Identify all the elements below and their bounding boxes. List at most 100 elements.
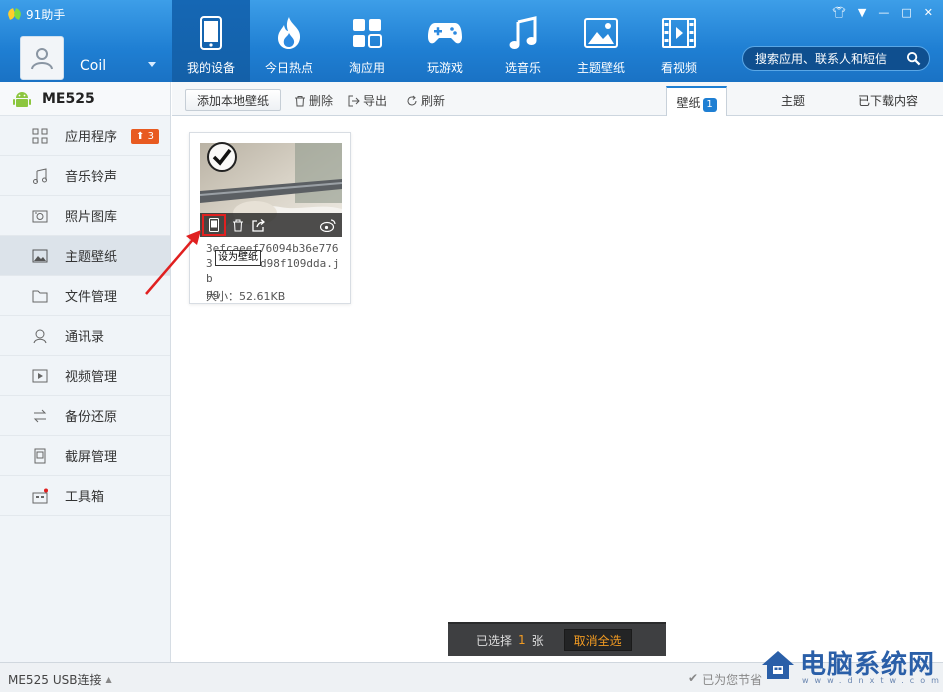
- cancel-select-all-button[interactable]: 取消全选: [563, 629, 632, 651]
- nav-games[interactable]: 玩游戏: [406, 0, 484, 82]
- nav-my-device[interactable]: 我的设备: [172, 0, 250, 82]
- selection-prefix: 已选择: [476, 633, 513, 648]
- selection-count: 1: [518, 633, 526, 647]
- refresh-button[interactable]: 刷新: [406, 92, 445, 109]
- photo-icon: [32, 208, 48, 224]
- selected-check-icon[interactable]: [207, 142, 237, 172]
- sidebar-item-label: 主题壁纸: [65, 250, 118, 265]
- tab-strip: 壁纸 1 主题 已下载内容: [666, 86, 943, 117]
- sidebar-item-video[interactable]: 视频管理: [0, 356, 170, 396]
- savings-text: 已为您节省: [702, 673, 763, 687]
- sidebar-item-label: 应用程序: [65, 130, 118, 145]
- flame-icon: [271, 15, 307, 51]
- nav-hot[interactable]: 今日热点: [250, 0, 328, 82]
- sidebar-item-label: 音乐铃声: [65, 170, 118, 185]
- avatar[interactable]: [20, 36, 64, 80]
- apps-icon: [32, 128, 48, 144]
- tab-wallpaper[interactable]: 壁纸 1: [666, 86, 727, 117]
- sidebar-item-toolbox[interactable]: 工具箱: [0, 476, 170, 516]
- sidebar-item-wallpaper[interactable]: 主题壁纸: [0, 236, 170, 276]
- app-title: 91助手: [8, 6, 65, 23]
- sidebar-item-screenshot[interactable]: 截屏管理: [0, 436, 170, 476]
- sidebar-item-backup[interactable]: 备份还原: [0, 396, 170, 436]
- set-as-wallpaper-icon[interactable]: [202, 214, 226, 236]
- nav-label: 玩游戏: [426, 61, 463, 75]
- sidebar-item-label: 工具箱: [65, 490, 105, 505]
- chevron-up-icon: ▲: [105, 675, 112, 684]
- sidebar-item-label: 视频管理: [65, 370, 118, 385]
- minimize-icon[interactable]: —: [878, 6, 889, 19]
- window-controls: 👕︎ ▼ — □ ✕: [832, 6, 933, 19]
- gamepad-icon: [427, 15, 463, 51]
- status-device: ME525: [8, 672, 49, 687]
- savings-status: ✔ 已为您节省: [688, 671, 762, 688]
- android-icon: [13, 91, 31, 107]
- device-header: ME525: [0, 82, 170, 116]
- nav-label: 选音乐: [504, 61, 541, 75]
- user-name[interactable]: Coil: [80, 58, 106, 74]
- delete-icon[interactable]: [230, 217, 246, 233]
- status-connection: USB连接: [52, 673, 102, 687]
- set-wallpaper-tooltip: 设为壁纸: [215, 250, 261, 266]
- close-icon[interactable]: ✕: [924, 6, 933, 19]
- video-icon: [32, 368, 48, 384]
- share-icon[interactable]: [250, 217, 266, 233]
- selection-bar: 已选择 1 张 取消全选: [448, 622, 666, 656]
- nav-label: 淘应用: [348, 61, 385, 75]
- folder-icon: [32, 288, 48, 304]
- checkmark-icon: ✔: [688, 671, 699, 685]
- picture-icon: [583, 15, 619, 51]
- weibo-icon[interactable]: [320, 217, 336, 233]
- wallpaper-card[interactable]: 3efcaeef76094b36e7763 b d98f109dda.j pg …: [189, 132, 351, 304]
- tab-downloaded[interactable]: 已下载内容: [833, 86, 943, 116]
- add-local-wallpaper-button[interactable]: 添加本地壁纸: [185, 89, 281, 111]
- film-icon: [661, 15, 697, 51]
- delete-button[interactable]: 删除: [294, 92, 333, 109]
- backup-icon: [32, 408, 48, 424]
- update-badge[interactable]: ⬆︎ 3: [131, 129, 159, 144]
- nav-music[interactable]: 选音乐: [484, 0, 562, 82]
- export-button[interactable]: 导出: [348, 92, 387, 109]
- sidebar-item-contacts[interactable]: 通讯录: [0, 316, 170, 356]
- search-icon[interactable]: [906, 51, 921, 66]
- tab-count-badge: 1: [702, 98, 717, 112]
- music-note-icon: [505, 15, 541, 51]
- sidebar-item-label: 通讯录: [65, 330, 105, 345]
- wallpaper-icon: [32, 248, 48, 264]
- skin-icon[interactable]: 👕︎: [832, 6, 846, 19]
- refresh-icon: [407, 95, 417, 105]
- phone-icon: [193, 15, 229, 51]
- connection-status[interactable]: ME525 USB连接 ▲: [8, 671, 112, 688]
- nav-label: 主题壁纸: [576, 61, 625, 75]
- sidebar-item-music[interactable]: 音乐铃声: [0, 156, 170, 196]
- site-watermark: 电脑系统网 www.dnxtw.com: [760, 644, 939, 685]
- apps-grid-icon: [349, 15, 385, 51]
- user-avatar-icon: [31, 48, 53, 70]
- nav-label: 今日热点: [264, 61, 313, 75]
- sidebar: ME525 应用程序 ⬆︎ 3 音乐铃声 照片图库 主题壁纸 文件管理 通讯录 …: [0, 82, 171, 662]
- nav-label: 看视频: [660, 61, 697, 75]
- sidebar-item-photos[interactable]: 照片图库: [0, 196, 170, 236]
- nav-video[interactable]: 看视频: [640, 0, 718, 82]
- wallpaper-grid: 3efcaeef76094b36e7763 b d98f109dda.j pg …: [172, 116, 943, 662]
- sidebar-item-apps[interactable]: 应用程序 ⬆︎ 3: [0, 116, 170, 156]
- wallpaper-size: 大小：52.61KB: [206, 290, 286, 303]
- nav-label: 我的设备: [186, 61, 235, 75]
- tab-theme[interactable]: 主题: [753, 86, 833, 116]
- device-name: ME525: [42, 90, 95, 107]
- trash-icon: [295, 95, 305, 106]
- export-icon: [348, 95, 360, 106]
- nav-themes[interactable]: 主题壁纸: [562, 0, 640, 82]
- app-logo-icon: [8, 9, 22, 21]
- selection-suffix: 张: [531, 633, 544, 648]
- house-logo-icon: [762, 651, 794, 679]
- toolbox-icon: [32, 488, 48, 504]
- maximize-icon[interactable]: □: [901, 6, 911, 19]
- chevron-down-icon[interactable]: [148, 62, 156, 67]
- menu-dropdown-icon[interactable]: ▼: [858, 6, 866, 19]
- nav-apps[interactable]: 淘应用: [328, 0, 406, 82]
- sidebar-item-label: 文件管理: [65, 290, 118, 305]
- sidebar-item-files[interactable]: 文件管理: [0, 276, 170, 316]
- search-placeholder: 搜索应用、联系人和短信: [755, 52, 888, 66]
- search-input[interactable]: 搜索应用、联系人和短信: [742, 46, 930, 71]
